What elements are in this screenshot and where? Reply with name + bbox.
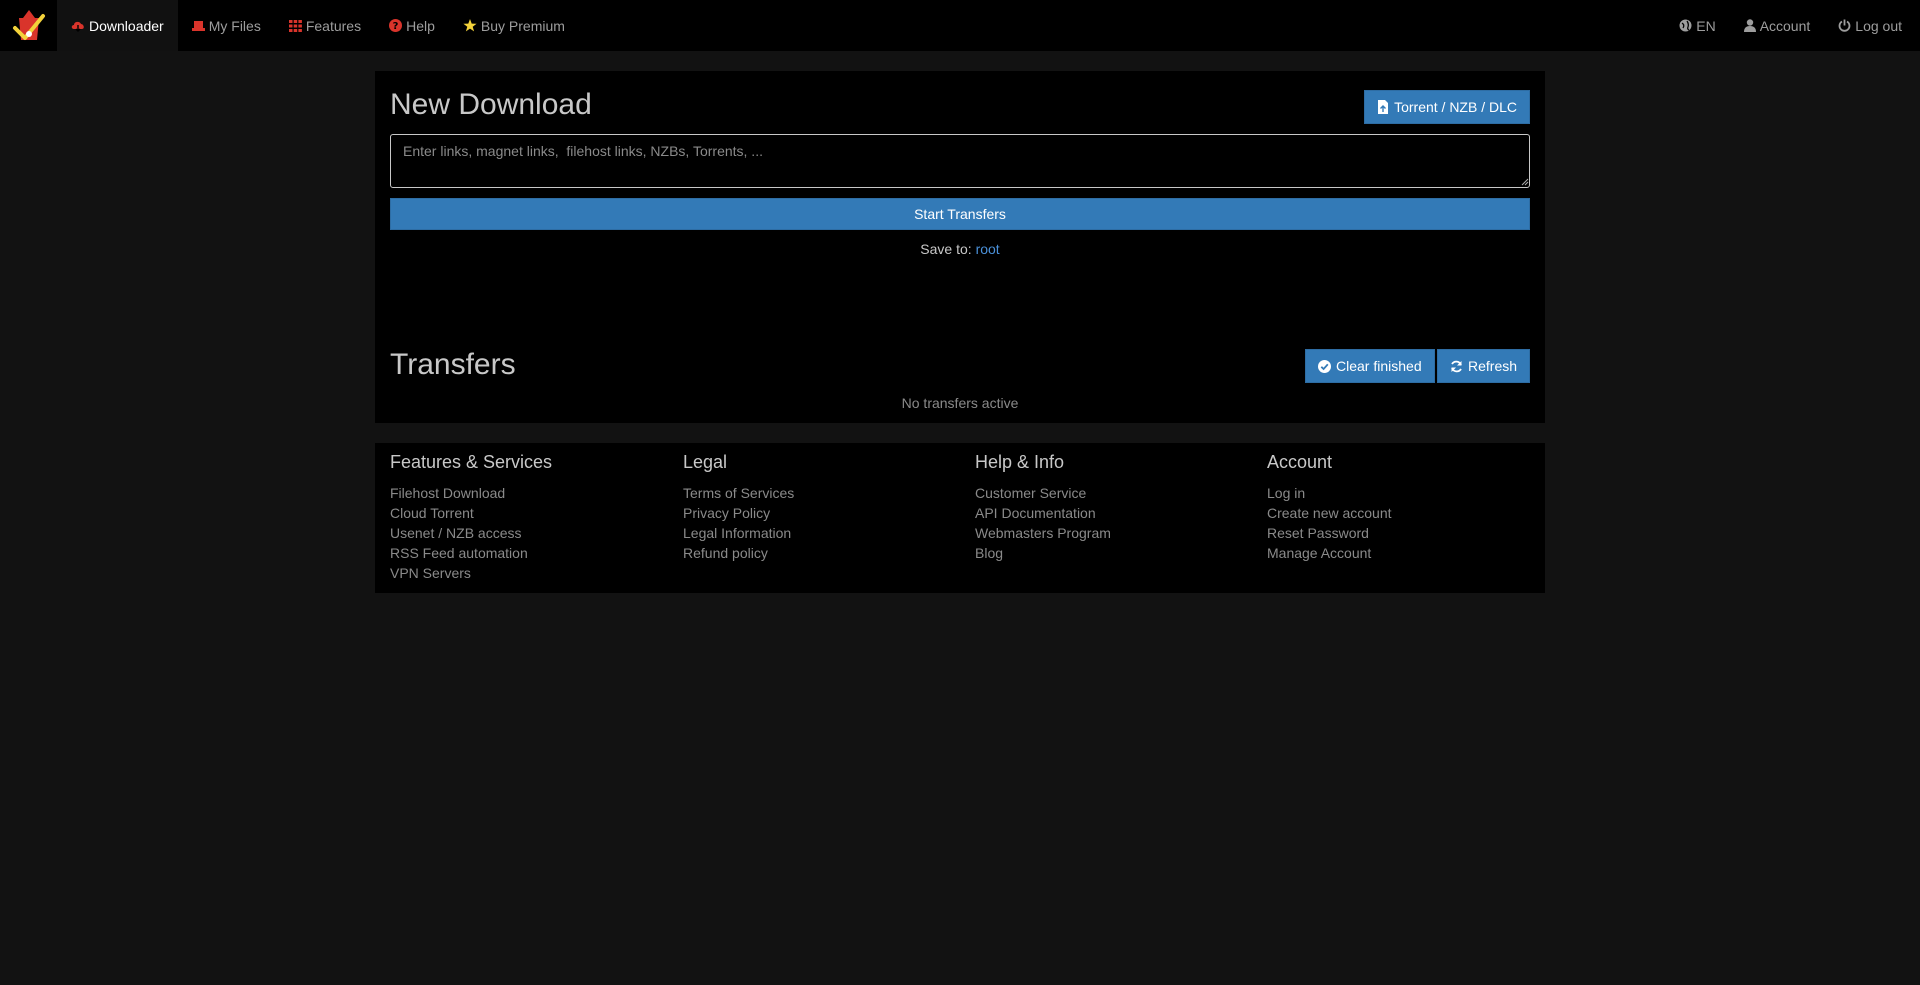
refresh-label: Refresh — [1468, 358, 1518, 374]
nav-log-out-label: Log out — [1855, 17, 1902, 34]
footer-link[interactable]: Customer Service — [975, 483, 1111, 503]
footer-link[interactable]: Reset Password — [1267, 523, 1392, 543]
save-to-label: Save to: — [920, 241, 972, 257]
refresh-icon — [1450, 360, 1463, 373]
footer-heading: Legal — [683, 452, 728, 472]
check-circle-icon — [1318, 359, 1331, 373]
nav-help-label: Help — [406, 17, 435, 34]
footer-link[interactable]: Usenet / NZB access — [390, 523, 528, 543]
svg-text:?: ? — [393, 21, 399, 32]
nav-account-label: Account — [1759, 17, 1811, 34]
nav-downloader-label: Downloader — [89, 17, 164, 34]
nav-my-files-label: My Files — [208, 17, 261, 34]
user-icon — [1743, 19, 1756, 32]
downloader-panel: New Download Torrent / NZB / DLC Start T… — [375, 71, 1545, 423]
logo-icon — [12, 9, 45, 40]
start-transfers-button[interactable]: Start Transfers — [390, 198, 1530, 230]
transfers-title: Transfers — [390, 348, 516, 381]
nav-buy-premium[interactable]: Buy Premium — [449, 0, 579, 51]
footer-heading: Features & Services — [390, 452, 553, 472]
nav-language[interactable]: EN — [1665, 0, 1729, 51]
globe-icon — [1679, 19, 1692, 32]
nav-help[interactable]: ? Help — [375, 0, 449, 51]
cloud-download-icon — [71, 20, 85, 32]
nav-downloader[interactable]: Downloader — [57, 0, 178, 51]
footer-link[interactable]: Privacy Policy — [683, 503, 794, 523]
footer-link[interactable]: API Documentation — [975, 503, 1111, 523]
no-transfers-message: No transfers active — [901, 395, 1019, 411]
star-icon — [463, 19, 477, 32]
top-navbar: Downloader My Files Features ? Help Buy … — [0, 0, 1920, 51]
nav-language-label: EN — [1696, 17, 1716, 34]
nav-account[interactable]: Account — [1730, 0, 1825, 51]
footer-link[interactable]: Legal Information — [683, 523, 794, 543]
nav-my-files[interactable]: My Files — [178, 0, 275, 51]
footer-link[interactable]: Manage Account — [1267, 543, 1392, 563]
save-to-line: Save to: root — [375, 241, 1545, 257]
clear-finished-button[interactable]: Clear finished — [1305, 349, 1435, 383]
save-to-folder-link[interactable]: root — [976, 241, 1000, 257]
brand-logo[interactable] — [0, 0, 57, 51]
resize-grip-icon[interactable] — [1519, 176, 1529, 186]
links-input[interactable] — [390, 134, 1530, 188]
file-upload-icon — [1377, 100, 1389, 114]
footer-link[interactable]: Log in — [1267, 483, 1392, 503]
nav-buy-premium-label: Buy Premium — [480, 17, 565, 34]
footer-link[interactable]: Blog — [975, 543, 1111, 563]
nav-features-label: Features — [305, 17, 362, 34]
hdd-icon — [191, 20, 205, 32]
refresh-button[interactable]: Refresh — [1437, 349, 1531, 383]
footer-link[interactable]: Cloud Torrent — [390, 503, 528, 523]
question-circle-icon: ? — [389, 19, 403, 32]
footer-panel: Features & Services Filehost Download Cl… — [375, 443, 1545, 593]
nav-log-out[interactable]: Log out — [1824, 0, 1916, 51]
clear-finished-label: Clear finished — [1336, 358, 1422, 374]
new-download-title: New Download — [390, 88, 592, 121]
torrent-nzb-dlc-button[interactable]: Torrent / NZB / DLC — [1364, 90, 1530, 124]
footer-heading: Account — [1267, 452, 1333, 472]
footer-link[interactable]: Terms of Services — [683, 483, 794, 503]
nav-features[interactable]: Features — [275, 0, 375, 51]
footer-heading: Help & Info — [975, 452, 1065, 472]
power-icon — [1838, 19, 1851, 32]
footer-link[interactable]: VPN Servers — [390, 563, 528, 583]
footer-link[interactable]: Refund policy — [683, 543, 794, 563]
torrent-nzb-dlc-label: Torrent / NZB / DLC — [1394, 99, 1517, 115]
grid-icon — [288, 19, 302, 32]
footer-link[interactable]: Filehost Download — [390, 483, 528, 503]
footer-link[interactable]: Webmasters Program — [975, 523, 1111, 543]
footer-link[interactable]: RSS Feed automation — [390, 543, 528, 563]
footer-link[interactable]: Create new account — [1267, 503, 1392, 523]
